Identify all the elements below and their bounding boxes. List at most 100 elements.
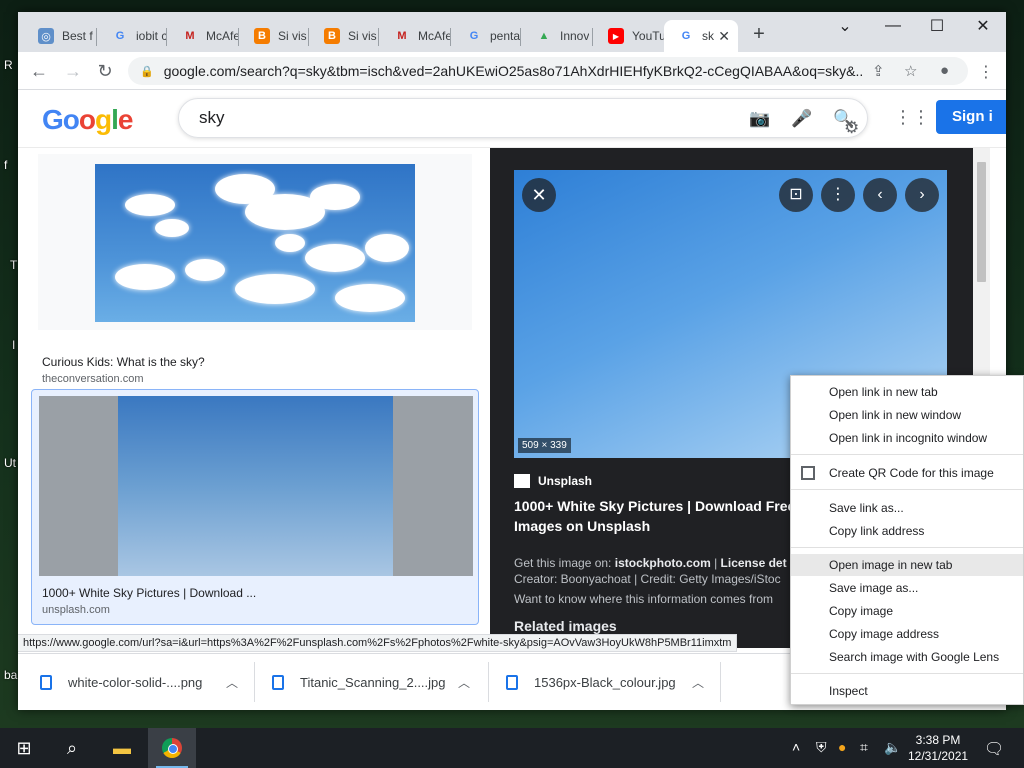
back-button[interactable]: ← — [26, 59, 52, 83]
menu-open-link-new-tab[interactable]: Open link in new tab — [791, 381, 1023, 403]
microphone-icon[interactable]: 🎤 — [791, 109, 812, 129]
windows-taskbar: ⊞ ⌕ ▬ ˄ ⛨ ● ⌗ 🔈 3:38 PM 12/31/2021 🗨 — [0, 728, 1024, 768]
info-link[interactable]: Want to know where this information come… — [514, 592, 773, 606]
scrollbar-thumb[interactable] — [977, 162, 986, 282]
download-item[interactable]: white-color-solid-....png ︿ — [40, 660, 270, 704]
search-box[interactable]: sky 📷 🎤 🔍 — [178, 98, 868, 138]
menu-label: Create QR Code for this image — [829, 466, 994, 480]
download-item[interactable]: 1536px-Black_colour.jpg ︿ — [506, 660, 736, 704]
forward-button[interactable]: → — [60, 59, 86, 83]
desktop-icon-label[interactable]: ba — [4, 668, 17, 682]
browser-tab[interactable]: ▲ Innov — [522, 20, 592, 52]
menu-create-qr-code[interactable]: Create QR Code for this image — [791, 462, 1023, 484]
more-options-icon[interactable]: ⋮ — [821, 178, 855, 212]
chevron-up-icon[interactable]: ︿ — [458, 674, 470, 691]
menu-open-image-new-tab[interactable]: Open image in new tab — [791, 554, 1023, 576]
image-dimensions: 509 × 339 — [518, 438, 571, 453]
menu-save-image-as[interactable]: Save image as... — [791, 577, 1023, 599]
camera-icon[interactable]: 📷 — [749, 109, 770, 129]
menu-separator — [791, 673, 1023, 674]
result-source: theconversation.com — [42, 373, 144, 385]
maximize-button[interactable]: ☐ — [914, 12, 960, 40]
close-window-button[interactable]: ✕ — [960, 12, 1006, 40]
settings-gear-icon[interactable]: ⚙ — [844, 118, 859, 138]
menu-copy-image[interactable]: Copy image — [791, 600, 1023, 622]
lens-icon[interactable]: ⊡ — [779, 178, 813, 212]
browser-tab-active[interactable]: G sk ✕ — [664, 20, 738, 52]
app-tray-icon[interactable]: ● — [838, 739, 846, 755]
file-explorer-icon[interactable]: ▬ — [110, 736, 134, 760]
reload-button[interactable]: ↻ — [92, 59, 118, 83]
browser-tab[interactable]: G iobit c — [98, 20, 166, 52]
menu-open-link-new-window[interactable]: Open link in new window — [791, 404, 1023, 426]
result-thumbnail[interactable] — [95, 164, 415, 322]
chevron-left-icon[interactable]: ‹ — [863, 178, 897, 212]
profile-avatar-icon[interactable]: ● — [940, 62, 949, 79]
image-result-card-selected[interactable]: 1000+ White Sky Pictures | Download ... … — [31, 389, 479, 625]
tab-search-button[interactable]: ⌄ — [822, 12, 868, 40]
image-file-icon — [40, 674, 52, 690]
close-icon[interactable]: ✕ — [522, 178, 556, 212]
volume-icon[interactable]: 🔈 — [884, 739, 901, 756]
get-image-site[interactable]: istockphoto.com — [615, 556, 711, 570]
browser-tab[interactable]: ◎ Best f — [24, 20, 96, 52]
system-clock[interactable]: 3:38 PM 12/31/2021 — [908, 732, 968, 764]
windows-start-icon[interactable]: ⊞ — [12, 736, 36, 760]
tab-separator — [308, 28, 309, 46]
minimize-button[interactable]: — — [870, 12, 916, 40]
sign-in-button[interactable]: Sign i — [936, 100, 1006, 134]
menu-copy-image-address[interactable]: Copy image address — [791, 623, 1023, 645]
bookmark-star-icon[interactable]: ☆ — [904, 62, 917, 80]
tab-separator — [520, 28, 521, 46]
innov-icon: ▲ — [538, 30, 550, 42]
desktop-icon-label[interactable]: T — [10, 258, 17, 272]
desktop-icon-label[interactable]: I — [12, 338, 15, 352]
download-item[interactable]: Titanic_Scanning_2....jpg ︿ — [272, 660, 502, 704]
browser-tab[interactable]: B Si vis — [310, 20, 378, 52]
notification-icon[interactable]: 🗨 — [984, 739, 1004, 759]
google-logo[interactable]: Google — [42, 104, 133, 136]
chrome-menu-icon[interactable]: ⋮ — [978, 62, 994, 82]
tab-strip: ◎ Best f G iobit c M McAfe B Si vis B Si… — [18, 12, 1006, 52]
browser-tab[interactable]: M McAfe — [380, 20, 450, 52]
search-icon[interactable]: ⌕ — [60, 736, 84, 760]
chevron-up-icon[interactable]: ˄ — [792, 739, 800, 755]
globe-icon: ◎ — [38, 28, 54, 44]
preview-title[interactable]: 1000+ White Sky Pictures | Download Free… — [514, 496, 814, 536]
license-link[interactable]: License det — [721, 556, 787, 570]
result-title[interactable]: Curious Kids: What is the sky? — [42, 355, 205, 369]
menu-save-link-as[interactable]: Save link as... — [791, 497, 1023, 519]
security-shield-icon[interactable]: ⛨ — [816, 739, 827, 756]
chrome-taskbar-button[interactable] — [148, 728, 196, 768]
browser-tab[interactable]: M McAfe — [168, 20, 238, 52]
browser-toolbar: ← → ↻ 🔒 google.com/search?q=sky&tbm=isch… — [18, 52, 1006, 90]
get-image-line: Get this image on: istockphoto.com | Lic… — [514, 556, 787, 570]
menu-copy-link-address[interactable]: Copy link address — [791, 520, 1023, 542]
share-icon[interactable]: ⇪ — [872, 62, 885, 80]
browser-tab[interactable]: G penta — [452, 20, 520, 52]
browser-tab[interactable]: B Si vis — [240, 20, 308, 52]
browser-tab[interactable]: ▶ YouTu — [594, 20, 664, 52]
result-source: unsplash.com — [42, 604, 110, 616]
download-filename: white-color-solid-....png — [68, 674, 203, 690]
desktop-icon-label[interactable]: R — [4, 58, 13, 72]
chevron-up-icon[interactable]: ︿ — [692, 674, 704, 691]
image-file-icon — [272, 674, 284, 690]
result-title[interactable]: 1000+ White Sky Pictures | Download ... — [42, 586, 256, 600]
menu-inspect[interactable]: Inspect — [791, 680, 1023, 702]
result-thumbnail[interactable] — [39, 396, 473, 576]
gmail-icon: M — [185, 30, 195, 42]
close-icon[interactable]: ✕ — [718, 28, 730, 44]
chevron-right-icon[interactable]: › — [905, 178, 939, 212]
creator-line: Creator: Boonyachoat | Credit: Getty Ima… — [514, 572, 781, 586]
new-tab-button[interactable]: + — [748, 24, 770, 46]
preview-source[interactable]: Unsplash — [514, 474, 592, 488]
image-result-card[interactable] — [38, 154, 472, 330]
desktop-icon-label[interactable]: f — [4, 158, 7, 172]
menu-open-link-incognito[interactable]: Open link in incognito window — [791, 427, 1023, 449]
desktop-icon-label[interactable]: Ut — [4, 456, 16, 470]
menu-search-google-lens[interactable]: Search image with Google Lens — [791, 646, 1023, 668]
network-icon[interactable]: ⌗ — [860, 739, 868, 756]
chevron-up-icon[interactable]: ︿ — [226, 674, 238, 691]
address-bar[interactable]: 🔒 google.com/search?q=sky&tbm=isch&ved=2… — [128, 57, 968, 85]
